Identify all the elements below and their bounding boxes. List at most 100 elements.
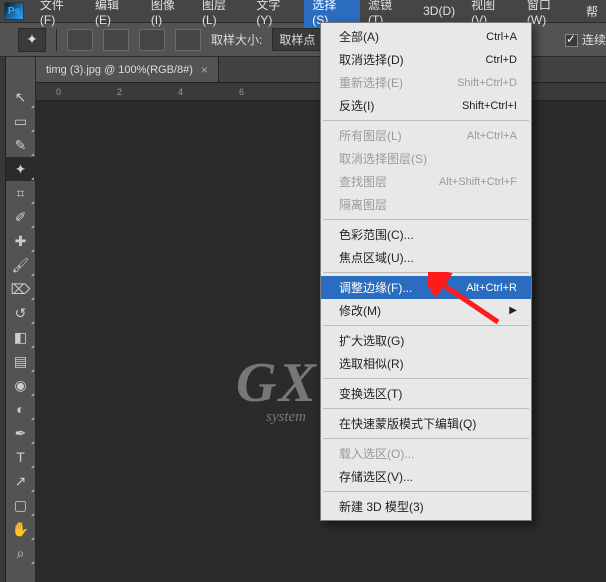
eyedropper-tool[interactable]: ✐ — [6, 205, 35, 229]
menu-item-label: 在快速蒙版模式下编辑(Q) — [339, 415, 476, 432]
hand-tool[interactable]: ✋ — [6, 517, 35, 541]
path-select-tool[interactable]: ↗ — [6, 469, 35, 493]
menu-item-label: 扩大选取(G) — [339, 332, 404, 349]
menu-item[interactable]: 变换选区(T) — [321, 382, 531, 405]
crop-tool[interactable]: ⌗ — [6, 181, 35, 205]
menu-item-label: 选取相似(R) — [339, 355, 404, 372]
menu-item-shortcut: Shift+Ctrl+D — [457, 77, 517, 89]
menu-item-label: 载入选区(O)... — [339, 445, 414, 462]
menu-item-label: 取消选择图层(S) — [339, 150, 427, 167]
menu-item-label: 变换选区(T) — [339, 385, 402, 402]
select-menu-dropdown: 全部(A) Ctrl+A 取消选择(D) Ctrl+D 重新选择(E) Shift+Ctr… — [320, 22, 532, 521]
menu-separator — [323, 408, 529, 409]
close-icon[interactable]: × — [201, 63, 208, 77]
menu-item[interactable]: 全部(A) Ctrl+A — [321, 25, 531, 48]
opt-box-1[interactable] — [67, 29, 93, 51]
menu-item[interactable]: 反选(I) Shift+Ctrl+I — [321, 94, 531, 117]
menu-item[interactable]: 新建 3D 模型(3) — [321, 495, 531, 518]
menu-item-label: 色彩范围(C)... — [339, 226, 414, 243]
ps-logo: Ps — [4, 2, 24, 20]
ruler-mark: 0 — [56, 87, 61, 97]
zoom-tool[interactable]: ⌕ — [6, 541, 35, 565]
menu-type[interactable]: 文字(Y) — [248, 0, 304, 30]
menu-help[interactable]: 帮 — [578, 0, 606, 23]
menu-item-label: 重新选择(E) — [339, 74, 403, 91]
menu-edit[interactable]: 编辑(E) — [87, 0, 143, 30]
marquee-tool[interactable]: ▭ — [6, 109, 35, 133]
menu-item: 载入选区(O)... — [321, 442, 531, 465]
menu-file[interactable]: 文件(F) — [32, 0, 87, 30]
menu-item[interactable]: 色彩范围(C)... — [321, 223, 531, 246]
current-tool-icon[interactable] — [18, 28, 46, 52]
menu-3d[interactable]: 3D(D) — [415, 1, 463, 21]
ruler-mark: 4 — [178, 87, 183, 97]
menu-item-label: 焦点区域(U)... — [339, 249, 414, 266]
watermark-sub: system — [266, 409, 318, 426]
menu-item[interactable]: 存储选区(V)... — [321, 465, 531, 488]
menu-item: 取消选择图层(S) — [321, 147, 531, 170]
menu-separator — [323, 325, 529, 326]
gradient-tool[interactable]: ▤ — [6, 349, 35, 373]
document-tab[interactable]: timg (3).jpg @ 100%(RGB/8#) × — [36, 57, 219, 82]
menu-item-shortcut: Ctrl+A — [486, 31, 517, 43]
continuous-checkbox[interactable]: 连续 — [565, 31, 606, 48]
ruler-mark: 2 — [117, 87, 122, 97]
menu-image[interactable]: 图像(I) — [143, 0, 194, 30]
submenu-arrow-icon: ▶ — [509, 305, 517, 316]
dodge-tool[interactable]: ◐ — [6, 397, 35, 421]
menu-separator — [323, 219, 529, 220]
sample-size-label: 取样大小: — [211, 31, 262, 48]
menu-separator — [323, 491, 529, 492]
continuous-label: 连续 — [582, 33, 606, 47]
menu-item[interactable]: 修改(M) ▶ — [321, 299, 531, 322]
spot-heal-tool[interactable]: ✚ — [6, 229, 35, 253]
brush-tool[interactable]: 🖌 — [6, 253, 35, 277]
pen-tool[interactable]: ✒ — [6, 421, 35, 445]
menu-item[interactable]: 取消选择(D) Ctrl+D — [321, 48, 531, 71]
opt-box-3[interactable] — [139, 29, 165, 51]
menu-item-shortcut: Alt+Ctrl+A — [467, 130, 517, 142]
menu-item-shortcut: Alt+Shift+Ctrl+F — [439, 176, 517, 188]
blur-tool[interactable]: ◉ — [6, 373, 35, 397]
menu-item[interactable]: 焦点区域(U)... — [321, 246, 531, 269]
menu-item: 隔离图层 — [321, 193, 531, 216]
menubar: Ps 文件(F) 编辑(E) 图像(I) 图层(L) 文字(Y) 选择(S) 滤… — [0, 0, 606, 22]
menu-item[interactable]: 在快速蒙版模式下编辑(Q) — [321, 412, 531, 435]
menu-item: 重新选择(E) Shift+Ctrl+D — [321, 71, 531, 94]
menu-item-label: 查找图层 — [339, 173, 387, 190]
eraser-tool[interactable]: ◧ — [6, 325, 35, 349]
menu-separator — [323, 378, 529, 379]
menu-item[interactable]: 选取相似(R) — [321, 352, 531, 375]
watermark: GX system — [236, 351, 318, 426]
menu-item-label: 调整边缘(F)... — [339, 279, 412, 296]
menu-item-label: 全部(A) — [339, 28, 379, 45]
menu-item-label: 所有图层(L) — [339, 127, 402, 144]
shape-tool[interactable]: ▢ — [6, 493, 35, 517]
stamp-tool[interactable]: ⌦ — [6, 277, 35, 301]
menu-layer[interactable]: 图层(L) — [194, 0, 248, 30]
menu-item[interactable]: 调整边缘(F)... Alt+Ctrl+R — [321, 276, 531, 299]
type-tool[interactable]: T — [6, 445, 35, 469]
menu-item[interactable]: 扩大选取(G) — [321, 329, 531, 352]
menu-item-label: 反选(I) — [339, 97, 374, 114]
menu-item-label: 存储选区(V)... — [339, 468, 413, 485]
menu-item-label: 修改(M) — [339, 302, 381, 319]
menu-separator — [323, 120, 529, 121]
toolbar: ↖▭✎✦⌗✐✚🖌⌦↺◧▤◉◐✒T↗▢✋⌕ — [6, 57, 36, 582]
menu-item-shortcut: Shift+Ctrl+I — [462, 100, 517, 112]
menu-item: 所有图层(L) Alt+Ctrl+A — [321, 124, 531, 147]
magic-wand-tool[interactable]: ✦ — [6, 157, 35, 181]
menu-item-shortcut: Alt+Ctrl+R — [466, 282, 517, 294]
ruler-mark: 6 — [239, 87, 244, 97]
menu-item-label: 隔离图层 — [339, 196, 387, 213]
menu-item: 查找图层 Alt+Shift+Ctrl+F — [321, 170, 531, 193]
menu-separator — [323, 272, 529, 273]
lasso-tool[interactable]: ✎ — [6, 133, 35, 157]
history-brush-tool[interactable]: ↺ — [6, 301, 35, 325]
opt-box-2[interactable] — [103, 29, 129, 51]
menu-separator — [323, 438, 529, 439]
menu-item-label: 取消选择(D) — [339, 51, 404, 68]
menu-item-shortcut: Ctrl+D — [486, 54, 517, 66]
opt-box-4[interactable] — [175, 29, 201, 51]
move-tool[interactable]: ↖ — [6, 85, 35, 109]
